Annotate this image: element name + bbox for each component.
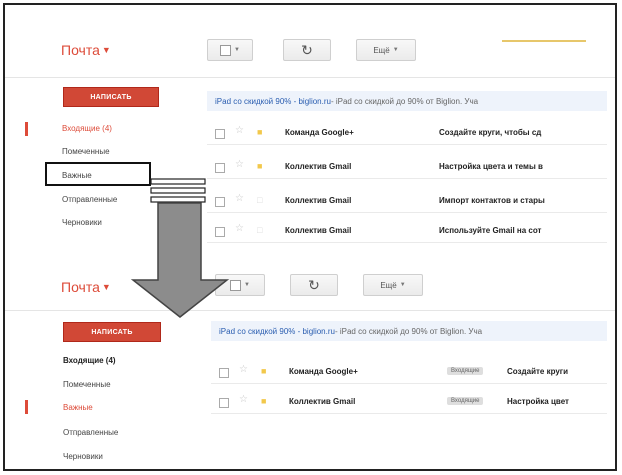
connector-line (150, 196, 206, 203)
connector-line (150, 187, 206, 194)
connector-lines (150, 178, 206, 203)
down-arrow-icon (130, 202, 230, 318)
annotation-arrow-layer (130, 178, 230, 318)
screenshot-frame: Почта ▼ ▼ ↻ Ещё ▼ НАПИСАТЬ Входящие (4) По… (3, 3, 617, 471)
connector-line (150, 178, 206, 185)
